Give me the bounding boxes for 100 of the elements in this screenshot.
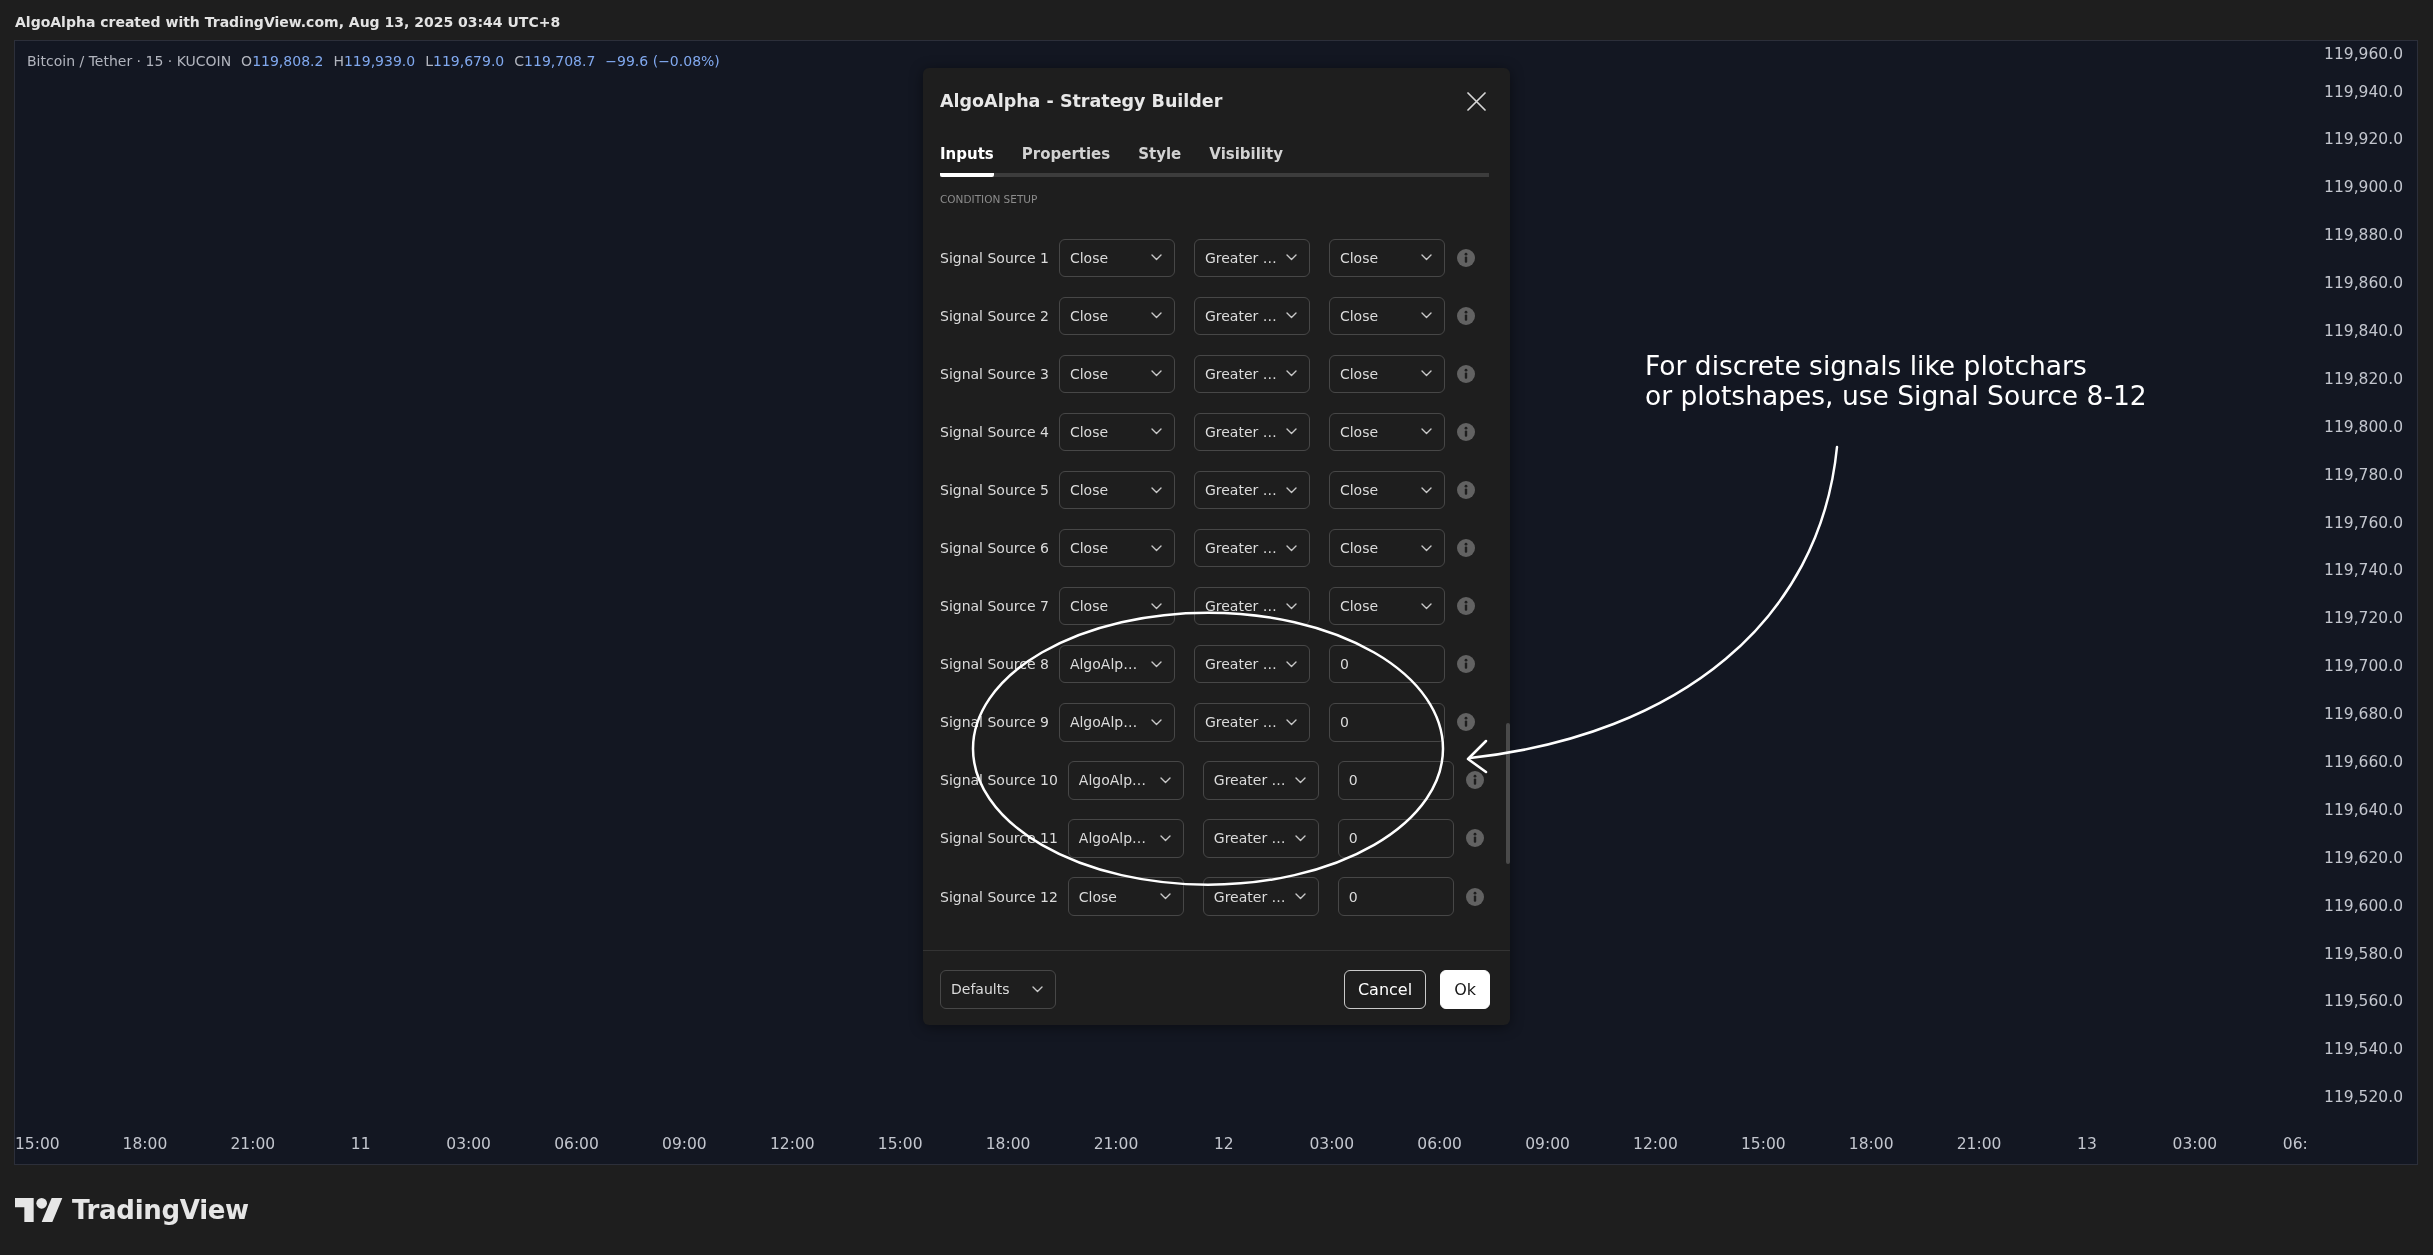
time-label: 13 xyxy=(2076,1135,2098,1153)
info-icon[interactable] xyxy=(1456,597,1475,616)
dropdown[interactable]: Close xyxy=(1058,296,1175,335)
dropdown[interactable]: Greater … xyxy=(1193,296,1310,335)
dropdown[interactable]: Close xyxy=(1328,470,1445,510)
ohlc-value: L119,679.0 xyxy=(425,53,505,69)
price-label: 119,760.0 xyxy=(2324,512,2403,534)
chevron-down-icon xyxy=(1285,544,1297,552)
time-label: 12:00 xyxy=(1632,1135,1679,1153)
info-icon[interactable] xyxy=(1456,248,1475,267)
dropdown[interactable]: Greater … xyxy=(1193,412,1310,452)
price-label: 119,800.0 xyxy=(2324,416,2403,438)
primary-button[interactable]: Ok xyxy=(1440,970,1490,1009)
dropdown[interactable]: Close xyxy=(1058,354,1175,394)
chevron-down-icon xyxy=(1285,718,1297,726)
row-label: Signal Source 12 xyxy=(940,888,1058,905)
row-label: Signal Source 2 xyxy=(940,307,1049,324)
dropdown[interactable]: Close xyxy=(1328,528,1445,568)
price-label: 119,540.0 xyxy=(2324,1039,2403,1061)
number-field[interactable]: 0 xyxy=(1328,703,1445,742)
time-label: 11 xyxy=(349,1135,372,1153)
dropdown[interactable]: Greater … xyxy=(1202,819,1319,858)
row-label: Signal Source 11 xyxy=(940,830,1058,847)
tab[interactable]: Style xyxy=(1138,141,1182,177)
dropdown[interactable]: Greater … xyxy=(1202,877,1319,916)
price-label: 119,880.0 xyxy=(2324,225,2403,247)
chevron-down-icon xyxy=(1159,776,1171,784)
dropdown[interactable]: AlgoAlp… xyxy=(1067,819,1184,858)
time-label: 21:00 xyxy=(1092,1135,1140,1153)
header-credit: AlgoAlpha created with TradingView.com, Aug 13, 2025 03:44 UTC+8 xyxy=(15,14,561,30)
info-icon[interactable] xyxy=(1465,887,1484,906)
time-label: 21:00 xyxy=(1955,1135,2003,1153)
info-icon[interactable] xyxy=(1456,364,1475,383)
time-label: 06:00 xyxy=(553,1135,600,1153)
time-label: 03:00 xyxy=(2171,1135,2219,1153)
time-label: 06:00 xyxy=(1416,1135,1463,1153)
chevron-down-icon xyxy=(1150,428,1162,436)
defaults-dropdown[interactable]: Defaults xyxy=(940,970,1056,1009)
dropdown[interactable]: Close xyxy=(1328,238,1445,277)
dropdown[interactable]: Close xyxy=(1328,296,1445,335)
info-icon[interactable] xyxy=(1465,829,1484,848)
dropdown[interactable]: Greater … xyxy=(1202,761,1319,800)
dropdown[interactable]: Greater … xyxy=(1193,238,1310,277)
time-label: 15:00 xyxy=(15,1135,61,1153)
price-label: 119,520.0 xyxy=(2324,1087,2403,1109)
price-label: 119,580.0 xyxy=(2324,943,2403,965)
number-field[interactable]: 0 xyxy=(1337,819,1454,858)
price-label: 119,600.0 xyxy=(2324,895,2403,917)
chevron-down-icon xyxy=(1150,602,1162,610)
chevron-down-icon xyxy=(1420,254,1432,262)
logo-text: TradingView xyxy=(72,1195,249,1225)
outline-button[interactable]: Cancel xyxy=(1343,970,1427,1009)
info-icon[interactable] xyxy=(1456,539,1475,558)
row-label: Signal Source 1 xyxy=(940,249,1049,266)
info-icon[interactable] xyxy=(1456,422,1475,441)
chevron-down-icon xyxy=(1285,370,1297,378)
dropdown[interactable]: AlgoAlp… xyxy=(1058,645,1175,684)
info-icon[interactable] xyxy=(1456,655,1475,674)
dropdown[interactable]: Greater … xyxy=(1193,354,1310,394)
number-field[interactable]: 0 xyxy=(1337,761,1454,800)
dropdown[interactable]: AlgoAlp… xyxy=(1067,761,1184,800)
tab[interactable]: Visibility xyxy=(1209,141,1283,177)
dropdown[interactable]: Close xyxy=(1058,412,1175,452)
dropdown[interactable]: Close xyxy=(1328,586,1445,626)
info-icon[interactable] xyxy=(1456,713,1475,732)
dropdown[interactable]: Close xyxy=(1058,470,1175,510)
time-label: 18:00 xyxy=(121,1135,169,1153)
chevron-down-icon xyxy=(1150,660,1162,668)
tab[interactable]: Properties xyxy=(1021,141,1111,177)
chevron-down-icon xyxy=(1159,893,1171,901)
chevron-down-icon xyxy=(1420,486,1432,494)
number-field[interactable]: 0 xyxy=(1337,877,1454,916)
scrollbar-thumb[interactable] xyxy=(1506,723,1510,864)
info-icon[interactable] xyxy=(1456,481,1475,499)
dialog-title: AlgoAlpha - Strategy Builder xyxy=(940,91,1223,111)
chevron-down-icon xyxy=(1420,370,1432,378)
info-icon[interactable] xyxy=(1465,771,1484,790)
close-icon xyxy=(1466,91,1486,111)
dropdown[interactable]: Close xyxy=(1328,354,1445,394)
dropdown[interactable]: Close xyxy=(1328,412,1445,452)
dropdown[interactable]: Greater … xyxy=(1193,703,1310,742)
dropdown[interactable]: Greater … xyxy=(1193,470,1310,510)
row-label: Signal Source 5 xyxy=(940,482,1049,498)
dropdown[interactable]: Close xyxy=(1058,238,1175,277)
dropdown[interactable]: Greater … xyxy=(1193,645,1310,684)
price-label: 119,640.0 xyxy=(2324,799,2403,821)
price-change: −99.6 (−0.08%) xyxy=(605,53,720,69)
tab[interactable]: Inputs xyxy=(940,141,994,177)
dropdown[interactable]: Greater … xyxy=(1193,528,1310,568)
dropdown[interactable]: Close xyxy=(1067,877,1184,916)
chevron-down-icon xyxy=(1285,660,1297,668)
time-label: 03:00 xyxy=(1308,1135,1356,1153)
dropdown[interactable]: Close xyxy=(1058,528,1175,568)
dropdown[interactable]: AlgoAlp… xyxy=(1058,703,1175,742)
info-icon[interactable] xyxy=(1456,306,1475,325)
dropdown[interactable]: Greater … xyxy=(1193,586,1310,626)
price-label: 119,680.0 xyxy=(2324,704,2403,726)
number-field[interactable]: 0 xyxy=(1328,645,1445,684)
time-label: 09:00 xyxy=(661,1135,708,1153)
dropdown[interactable]: Close xyxy=(1058,586,1175,626)
